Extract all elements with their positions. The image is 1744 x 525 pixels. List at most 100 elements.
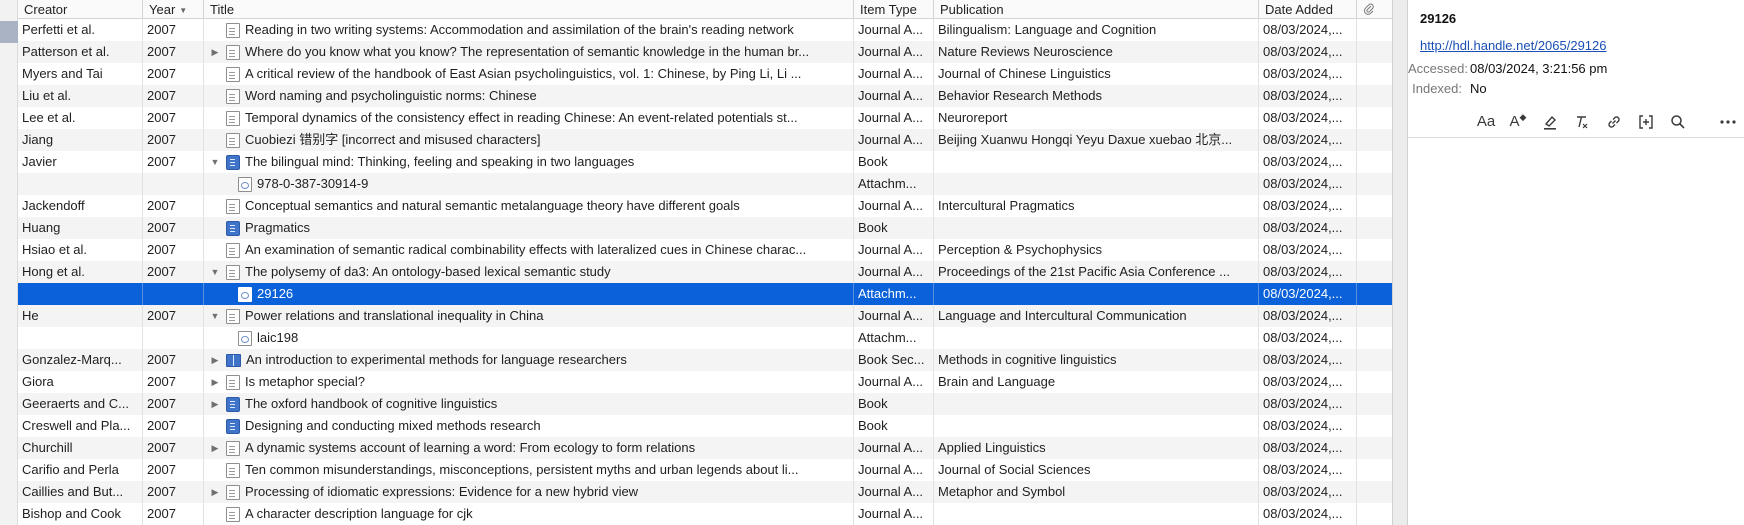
table-row[interactable]: Lee et al. 2007 Temporal dynamics of the c… bbox=[18, 107, 1392, 129]
column-header-year[interactable]: Year ▼ bbox=[143, 0, 204, 19]
table-row[interactable]: Gonzalez-Marq... 2007 ▶ An introduction to … bbox=[18, 349, 1392, 371]
attachment-cell bbox=[1357, 437, 1392, 459]
clear-formatting-button[interactable] bbox=[1566, 110, 1598, 134]
attachment-title[interactable]: 29126 bbox=[1420, 11, 1456, 26]
publication-cell bbox=[934, 151, 1259, 173]
journal-article-icon bbox=[226, 198, 240, 214]
date-added-cell: 08/03/2024,... bbox=[1259, 327, 1357, 349]
collapse-chevron-icon[interactable]: ▼ bbox=[204, 305, 226, 327]
column-header-item-type[interactable]: Item Type bbox=[854, 0, 934, 19]
table-row[interactable]: Carifio and Perla 2007 Ten common misunder… bbox=[18, 459, 1392, 481]
date-added-cell: 08/03/2024,... bbox=[1259, 459, 1357, 481]
item-type-cell: Attachm... bbox=[854, 283, 934, 305]
creator-cell: Bishop and Cook bbox=[18, 503, 143, 525]
attachment-cell bbox=[1357, 107, 1392, 129]
attachment-url-link[interactable]: http://hdl.handle.net/2065/29126 bbox=[1420, 38, 1607, 53]
expand-chevron-icon[interactable]: ▶ bbox=[204, 481, 226, 503]
date-added-cell: 08/03/2024,... bbox=[1259, 239, 1357, 261]
publication-cell: Methods in cognitive linguistics bbox=[934, 349, 1259, 371]
expand-chevron-icon[interactable]: ▶ bbox=[204, 41, 226, 63]
table-row[interactable]: He 2007 ▼ Power relations and translational… bbox=[18, 305, 1392, 327]
creator-cell: Lee et al. bbox=[18, 107, 143, 129]
text-color-button[interactable]: A ◆ bbox=[1502, 110, 1534, 134]
table-row[interactable]: Caillies and But... 2007 ▶ Processing of id… bbox=[18, 481, 1392, 503]
table-row[interactable]: Geeraerts and C... 2007 ▶ The oxford handbo… bbox=[18, 393, 1392, 415]
attachment-cell bbox=[1357, 41, 1392, 63]
column-header-attachments[interactable] bbox=[1357, 0, 1392, 19]
collection-pane-handle[interactable] bbox=[0, 21, 18, 43]
expand-chevron-icon[interactable]: ▶ bbox=[204, 437, 226, 459]
title-text: Where do you know what you know? The rep… bbox=[245, 44, 810, 59]
column-header-creator[interactable]: Creator bbox=[18, 0, 143, 19]
table-row[interactable]: Myers and Tai 2007 A critical review of th… bbox=[18, 63, 1392, 85]
table-row[interactable]: Perfetti et al. 2007 Reading in two writin… bbox=[18, 19, 1392, 41]
date-added-cell: 08/03/2024,... bbox=[1259, 283, 1357, 305]
date-added-cell: 08/03/2024,... bbox=[1259, 217, 1357, 239]
creator-cell: Patterson et al. bbox=[18, 41, 143, 63]
expand-chevron-icon[interactable]: ▶ bbox=[204, 371, 226, 393]
title-cell: 978-0-387-30914-9 bbox=[204, 173, 854, 195]
expand-chevron-icon[interactable]: ▶ bbox=[204, 349, 226, 371]
publication-cell: Brain and Language bbox=[934, 371, 1259, 393]
title-cell: ▶ Is metaphor special? bbox=[204, 371, 854, 393]
table-row[interactable]: Hong et al. 2007 ▼ The polysemy of da3: An … bbox=[18, 261, 1392, 283]
accessed-value[interactable]: 08/03/2024, 3:21:56 pm bbox=[1470, 60, 1607, 78]
collapse-chevron-icon[interactable]: ▼ bbox=[204, 261, 226, 283]
title-cell: ▼ Power relations and translational inequ… bbox=[204, 305, 854, 327]
table-row[interactable]: Liu et al. 2007 Word naming and psycholing… bbox=[18, 85, 1392, 107]
table-row[interactable]: Patterson et al. 2007 ▶ Where do you know w… bbox=[18, 41, 1392, 63]
item-type-cell: Book bbox=[854, 415, 934, 437]
collapse-chevron-icon[interactable]: ▼ bbox=[204, 151, 226, 173]
table-row[interactable]: Javier 2007 ▼ The bilingual mind: Thinking,… bbox=[18, 151, 1392, 173]
indexed-label: Indexed: bbox=[1412, 81, 1462, 96]
creator-cell: Perfetti et al. bbox=[18, 19, 143, 41]
creator-cell: Hsiao et al. bbox=[18, 239, 143, 261]
column-header-title[interactable]: Title bbox=[204, 0, 854, 19]
title-cell: Cuobiezi 错别字 [incorrect and misused char… bbox=[204, 129, 854, 151]
collection-pane-edge[interactable] bbox=[0, 0, 18, 525]
journal-article-icon bbox=[226, 374, 240, 390]
publication-cell: Perception & Psychophysics bbox=[934, 239, 1259, 261]
highlight-button[interactable] bbox=[1534, 110, 1566, 134]
column-header-publication[interactable]: Publication bbox=[934, 0, 1259, 19]
attachment-row[interactable]: laic198 Attachm... 08/03/2024,... bbox=[18, 327, 1392, 349]
table-row[interactable]: Bishop and Cook 2007 A character descripti… bbox=[18, 503, 1392, 525]
table-row[interactable]: Jiang 2007 Cuobiezi 错别字 [incorrect and mis… bbox=[18, 129, 1392, 151]
attachment-cell bbox=[1357, 393, 1392, 415]
more-options-button[interactable] bbox=[1712, 110, 1744, 134]
year-cell: 2007 bbox=[143, 85, 204, 107]
attachment-cell bbox=[1357, 415, 1392, 437]
item-type-cell: Journal A... bbox=[854, 437, 934, 459]
attachment-cell bbox=[1357, 195, 1392, 217]
attachment-row[interactable]: 978-0-387-30914-9 Attachm... 08/03/2024,..… bbox=[18, 173, 1392, 195]
sort-descending-icon: ▼ bbox=[179, 6, 188, 16]
items-table[interactable]: Creator Year ▼ Title Item Type Publicatio… bbox=[18, 0, 1392, 525]
title-text: Word naming and psycholinguistic norms: … bbox=[245, 88, 537, 103]
title-text: 978-0-387-30914-9 bbox=[257, 176, 369, 191]
journal-article-icon bbox=[226, 132, 240, 148]
table-row[interactable]: Churchill 2007 ▶ A dynamic systems account … bbox=[18, 437, 1392, 459]
find-replace-button[interactable] bbox=[1662, 110, 1694, 134]
table-row[interactable]: Jackendoff 2007 Conceptual semantics and n… bbox=[18, 195, 1392, 217]
column-header-date-added[interactable]: Date Added bbox=[1259, 0, 1357, 19]
creator-cell: Creswell and Pla... bbox=[18, 415, 143, 437]
title-text: The bilingual mind: Thinking, feeling an… bbox=[245, 154, 635, 169]
citation-icon bbox=[1639, 114, 1653, 129]
insert-link-button[interactable] bbox=[1598, 110, 1630, 134]
journal-article-icon bbox=[226, 22, 240, 38]
journal-article-icon bbox=[226, 66, 240, 82]
text-format-button[interactable]: Aa bbox=[1470, 110, 1502, 134]
table-row[interactable]: Hsiao et al. 2007 An examination of semant… bbox=[18, 239, 1392, 261]
expand-chevron-icon[interactable]: ▶ bbox=[204, 393, 226, 415]
insert-citation-button[interactable] bbox=[1630, 110, 1662, 134]
table-row[interactable]: Huang 2007 Pragmatics Book 08/03/2024,... bbox=[18, 217, 1392, 239]
table-row[interactable]: Giora 2007 ▶ Is metaphor special? Journal A.… bbox=[18, 371, 1392, 393]
item-type-cell: Journal A... bbox=[854, 41, 934, 63]
attachment-row[interactable]: 29126 Attachm... 08/03/2024,... bbox=[18, 283, 1392, 305]
table-row[interactable]: Creswell and Pla... 2007 Designing and con… bbox=[18, 415, 1392, 437]
year-cell: 2007 bbox=[143, 107, 204, 129]
pane-splitter[interactable] bbox=[1392, 0, 1408, 525]
attachment-cell bbox=[1357, 305, 1392, 327]
year-cell: 2007 bbox=[143, 437, 204, 459]
creator-cell: Caillies and But... bbox=[18, 481, 143, 503]
